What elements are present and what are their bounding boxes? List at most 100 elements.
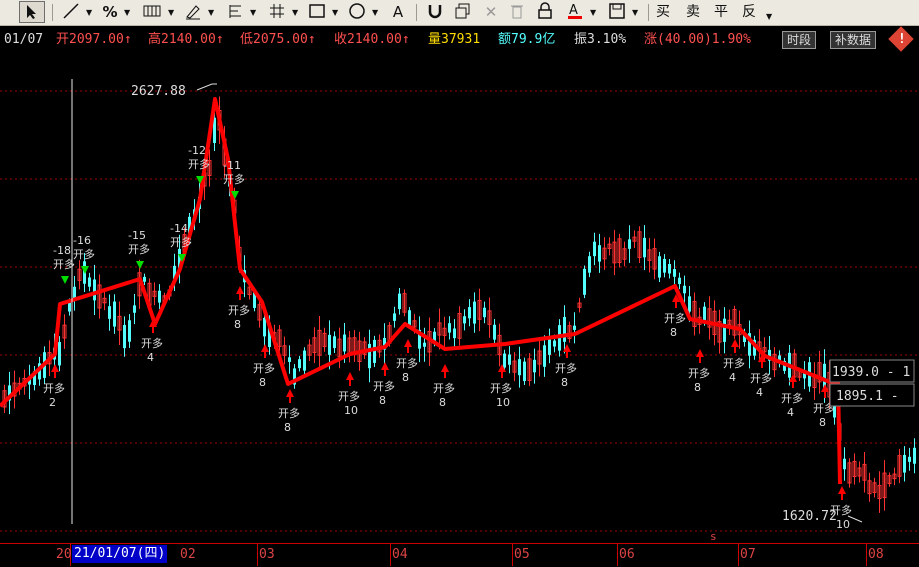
line-tool-button[interactable] <box>60 2 82 23</box>
up-mark-value: 8 <box>284 421 291 434</box>
down-mark-value: -14 <box>170 222 188 235</box>
cursor-tool-button[interactable] <box>19 1 45 23</box>
sell-button[interactable]: 卖 <box>686 2 700 23</box>
percent-dropdown-icon[interactable]: ▼ <box>124 2 130 23</box>
candle-down <box>368 343 371 369</box>
fib-dropdown-icon[interactable]: ▼ <box>250 2 256 23</box>
candle-down <box>468 307 471 319</box>
toolbar-separator <box>416 4 417 21</box>
axis-tick <box>512 544 513 566</box>
candle-down <box>913 447 916 464</box>
pen-dropdown-icon[interactable]: ▼ <box>208 2 214 23</box>
fib-tool-button[interactable] <box>224 2 246 23</box>
down-arrow-icon <box>136 261 144 269</box>
candlestick-chart[interactable]: -18开多-16开多-15开多-14开多-12开多 -11开多开多2开多4开多8开… <box>0 54 919 543</box>
percent-tool-button[interactable]: % <box>100 2 120 23</box>
up-arrow-icon <box>731 339 739 347</box>
color-dropdown-icon[interactable]: ▼ <box>590 2 596 23</box>
save-dropdown-icon[interactable]: ▼ <box>632 2 638 23</box>
trash-tool-button[interactable] <box>506 2 528 23</box>
reverse-button[interactable]: 反 <box>742 2 756 23</box>
grid-dropdown-icon[interactable]: ▼ <box>292 2 298 23</box>
candle-down <box>393 313 396 321</box>
axis-tick <box>390 544 391 566</box>
color-tool-button[interactable]: A <box>564 2 586 23</box>
candle-down <box>93 279 96 301</box>
signal-label: 开多 <box>781 391 803 405</box>
grid-icon <box>270 4 284 18</box>
magnet-tool-button[interactable] <box>424 2 446 23</box>
rect-dropdown-icon[interactable]: ▼ <box>332 2 338 23</box>
signal-label: 开多 <box>373 379 395 393</box>
candle-down <box>593 241 596 257</box>
up-arrow-icon <box>236 286 244 294</box>
candle-down <box>493 324 496 340</box>
candle-down <box>523 361 526 382</box>
buy-button[interactable]: 买 <box>656 2 670 23</box>
candle-down <box>58 341 61 366</box>
candle-down <box>508 354 511 365</box>
channel-tool-button[interactable] <box>140 2 164 23</box>
fill-data-button[interactable]: 补数据 <box>830 31 877 49</box>
axis-tick <box>866 544 867 566</box>
signal-label: 开多 <box>750 371 772 385</box>
channel-dropdown-icon[interactable]: ▼ <box>168 2 174 23</box>
up-mark-value: 8 <box>439 396 446 409</box>
signal-label: 开多 <box>688 366 710 380</box>
save-tool-button[interactable] <box>606 2 628 23</box>
price-tag-1: 1939.0 - 1 <box>832 365 910 380</box>
candle-down <box>683 285 686 294</box>
up-mark-value: 10 <box>836 518 850 531</box>
down-arrow-icon <box>81 266 89 274</box>
pen-tool-button[interactable] <box>182 2 204 23</box>
text-tool-button[interactable]: A <box>388 2 408 23</box>
info-amount: 额79.9亿 <box>498 32 556 47</box>
candle-down <box>723 318 726 342</box>
axis-label-08: 08 <box>868 547 884 562</box>
candle-down <box>113 301 116 327</box>
up-mark-value: 8 <box>819 416 826 429</box>
candle-down <box>533 359 536 373</box>
candle-down <box>133 305 136 313</box>
info-volume: 量37931 <box>428 32 481 47</box>
lock-tool-button[interactable] <box>534 2 556 23</box>
axis-label-20: 20 <box>56 547 72 562</box>
circle-tool-button[interactable] <box>346 2 368 23</box>
flat-button[interactable]: 平 <box>714 2 728 23</box>
up-mark-value: 10 <box>496 396 510 409</box>
up-arrow-icon <box>838 486 846 494</box>
signal-label: 开多 <box>433 381 455 395</box>
low-label-leader <box>847 515 863 523</box>
circle-dropdown-icon[interactable]: ▼ <box>372 2 378 23</box>
rect-tool-button[interactable] <box>306 2 328 23</box>
info-close: 收2140.00↑ <box>334 32 410 47</box>
candle-down <box>288 357 291 362</box>
up-mark-value: 2 <box>49 396 56 409</box>
candle-down <box>398 293 401 310</box>
up-arrow-icon <box>286 389 294 397</box>
circle-icon <box>349 3 365 19</box>
signal-label: 开多 <box>43 381 65 395</box>
trend-polyline <box>0 97 842 485</box>
up-mark-value: 8 <box>561 376 568 389</box>
svg-text:A: A <box>569 3 578 18</box>
candle-down <box>598 245 601 262</box>
candle-down <box>463 316 466 324</box>
copy-tool-button[interactable] <box>452 2 474 23</box>
info-open: 开2097.00↑ <box>56 32 132 47</box>
grid-tool-button[interactable] <box>266 2 288 23</box>
up-arrow-icon <box>404 339 412 347</box>
period-button[interactable]: 时段 <box>782 31 817 49</box>
line-dropdown-icon[interactable]: ▼ <box>86 2 92 23</box>
candle-down <box>518 359 521 376</box>
axis-tick <box>257 544 258 566</box>
pen-icon <box>186 5 200 20</box>
candle-down <box>68 302 71 312</box>
candles <box>2 96 916 513</box>
high-label-leader <box>196 83 217 91</box>
trade-dropdown-icon[interactable]: ▼ <box>766 6 772 27</box>
candle-down <box>583 268 586 295</box>
trend-line <box>0 97 842 485</box>
signal-label: 开多 <box>223 172 245 186</box>
delete-tool-button[interactable]: ✕ <box>480 2 502 23</box>
